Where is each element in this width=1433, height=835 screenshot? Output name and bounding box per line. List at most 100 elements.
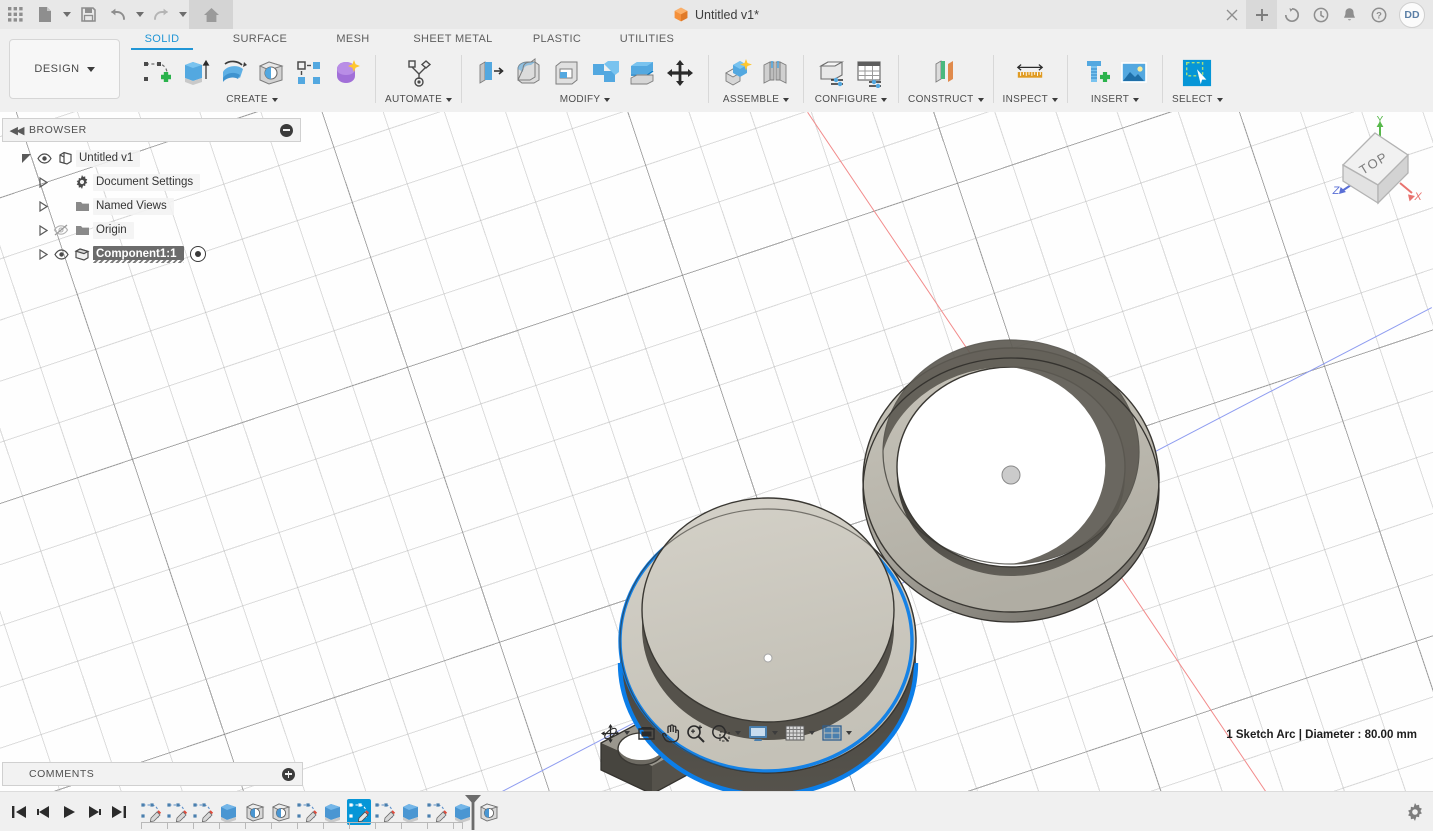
combine-icon[interactable]	[585, 53, 623, 93]
move-copy-icon[interactable]	[661, 53, 699, 93]
revolve-icon[interactable]	[214, 53, 252, 93]
jump-to-end-icon[interactable]	[106, 792, 131, 831]
plus-circle-icon[interactable]	[282, 767, 295, 781]
zoom-window-icon[interactable]	[708, 719, 734, 747]
gear-icon[interactable]	[1403, 800, 1427, 824]
zoom-dropdown-caret[interactable]	[735, 731, 741, 735]
offset-plane-icon[interactable]	[931, 53, 961, 93]
ribbon-group-construct-label[interactable]: CONSTRUCT	[908, 94, 984, 105]
viewports-icon[interactable]	[819, 719, 845, 747]
help-icon[interactable]: ?	[1364, 0, 1393, 29]
step-forward-icon[interactable]	[81, 792, 106, 831]
undo-dropdown-caret[interactable]	[133, 0, 146, 29]
create-sketch-icon[interactable]	[138, 53, 176, 93]
undo-icon[interactable]	[103, 0, 133, 29]
notifications-icon[interactable]	[1335, 0, 1364, 29]
timeline-node-sketch[interactable]	[425, 799, 449, 825]
job-status-icon[interactable]	[1306, 0, 1335, 29]
tab-solid[interactable]: SOLID	[131, 29, 193, 50]
hole-icon[interactable]	[252, 53, 290, 93]
configuration-icon[interactable]	[813, 53, 851, 93]
ribbon-group-assemble-label[interactable]: ASSEMBLE	[723, 94, 790, 105]
expand-triangle-icon[interactable]	[35, 200, 51, 212]
tab-surface[interactable]: SURFACE	[217, 29, 303, 50]
avatar[interactable]: DD	[1399, 1, 1425, 28]
viewport-canvas[interactable]: ◀◀ BROWSER Untitled v1 Document Settings…	[0, 112, 1433, 791]
ribbon-group-automate-label[interactable]: AUTOMATE	[385, 94, 453, 105]
pan-icon[interactable]	[659, 719, 683, 747]
timeline-node-extrude[interactable]	[399, 799, 423, 825]
timeline-node-sketch[interactable]	[373, 799, 397, 825]
expand-triangle-icon[interactable]	[35, 176, 51, 188]
ribbon-group-inspect-label[interactable]: INSPECT	[1003, 94, 1058, 105]
jump-to-beginning-icon[interactable]	[6, 792, 31, 831]
close-icon[interactable]	[1217, 0, 1246, 29]
grid-apps-icon[interactable]	[0, 0, 30, 29]
tree-item-component1[interactable]: Component1:1	[2, 242, 301, 266]
workspace-selector-button[interactable]: DESIGN	[9, 39, 120, 99]
timeline-node-sketch[interactable]	[295, 799, 319, 825]
timeline-node-sketch[interactable]	[165, 799, 189, 825]
extrude-icon[interactable]	[176, 53, 214, 93]
joint-icon[interactable]	[756, 53, 794, 93]
orbit-dropdown-caret[interactable]	[624, 731, 630, 735]
step-back-icon[interactable]	[31, 792, 56, 831]
refresh-icon[interactable]	[1277, 0, 1306, 29]
redo-icon[interactable]	[146, 0, 176, 29]
minus-circle-icon[interactable]	[280, 123, 293, 137]
expand-triangle-icon[interactable]	[18, 153, 34, 164]
expand-triangle-icon[interactable]	[35, 248, 51, 260]
grid-snap-dropdown-caret[interactable]	[809, 731, 815, 735]
visibility-eye-icon[interactable]	[51, 248, 71, 260]
ribbon-group-select-label[interactable]: SELECT	[1172, 94, 1223, 105]
home-icon[interactable]	[189, 0, 233, 29]
measure-icon[interactable]	[1015, 53, 1045, 93]
tab-mesh[interactable]: MESH	[325, 29, 381, 50]
insert-image-icon[interactable]	[1115, 53, 1153, 93]
timeline-node-hole[interactable]	[243, 799, 267, 825]
timeline-node-sketch[interactable]	[191, 799, 215, 825]
visibility-eye-off-icon[interactable]	[51, 224, 71, 236]
visibility-eye-icon[interactable]	[34, 152, 54, 164]
ribbon-group-configure-label[interactable]: CONFIGURE	[815, 94, 888, 105]
new-component-icon[interactable]	[718, 53, 756, 93]
zoom-icon[interactable]	[683, 719, 708, 747]
display-settings-icon[interactable]	[745, 719, 771, 747]
expand-triangle-icon[interactable]	[35, 224, 51, 236]
fillet-icon[interactable]	[509, 53, 547, 93]
display-settings-dropdown-caret[interactable]	[772, 731, 778, 735]
tab-plastic[interactable]: PLASTIC	[526, 29, 588, 50]
timeline-node-sketch-selected[interactable]	[347, 798, 371, 825]
configuration-table-icon[interactable]	[851, 53, 889, 93]
ribbon-group-create-label[interactable]: CREATE	[226, 94, 278, 105]
save-icon[interactable]	[73, 0, 103, 29]
comments-panel[interactable]: COMMENTS	[2, 762, 303, 786]
ribbon-group-modify-label[interactable]: MODIFY	[560, 94, 611, 105]
view-cube[interactable]: Y X Z TOP	[1320, 115, 1430, 215]
select-window-icon[interactable]	[1182, 53, 1212, 93]
tree-item-origin[interactable]: Origin	[2, 218, 301, 242]
shell-icon[interactable]	[547, 53, 585, 93]
pattern-icon[interactable]	[290, 53, 328, 93]
timeline-end-marker[interactable]	[463, 794, 483, 830]
timeline-node-sketch[interactable]	[139, 799, 163, 825]
timeline-node-extrude[interactable]	[217, 799, 241, 825]
grid-snap-icon[interactable]	[782, 719, 808, 747]
ribbon-group-insert-label[interactable]: INSERT	[1091, 94, 1140, 105]
add-tab-icon[interactable]	[1246, 0, 1277, 29]
tab-utilities[interactable]: UTILITIES	[611, 29, 683, 50]
collapse-left-icon[interactable]: ◀◀	[3, 124, 29, 137]
tree-item-named-views[interactable]: Named Views	[2, 194, 301, 218]
orbit-icon[interactable]	[598, 719, 623, 747]
automate-icon[interactable]	[400, 53, 438, 93]
timeline-node-extrude[interactable]	[321, 799, 345, 825]
timeline-node-hole[interactable]	[269, 799, 293, 825]
activate-component-radio[interactable]	[189, 246, 206, 262]
viewports-dropdown-caret[interactable]	[846, 731, 852, 735]
new-file-icon[interactable]	[30, 0, 60, 29]
look-at-icon[interactable]	[634, 719, 659, 747]
press-pull-icon[interactable]	[471, 53, 509, 93]
new-file-dropdown-caret[interactable]	[60, 0, 73, 29]
insert-mcmaster-icon[interactable]	[1077, 53, 1115, 93]
form-icon[interactable]	[328, 53, 366, 93]
